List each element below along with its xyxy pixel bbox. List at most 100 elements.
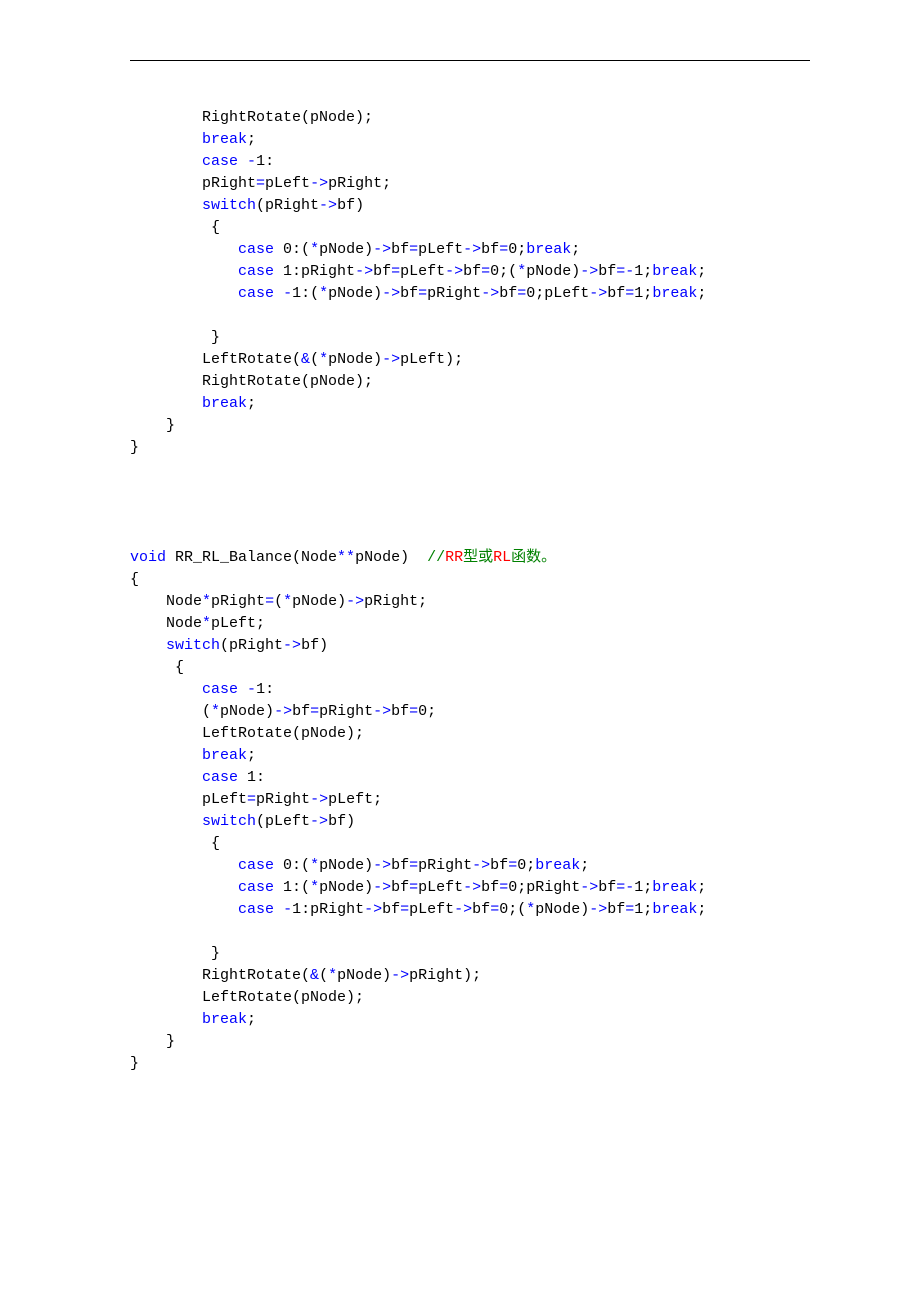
code-token: 0; xyxy=(508,241,526,258)
code-token: case xyxy=(202,681,238,698)
code-token: * xyxy=(310,857,319,874)
code-token: 0;( xyxy=(490,263,517,280)
code-token: -> xyxy=(373,857,391,874)
code-token: { xyxy=(211,835,220,852)
code-token: bf xyxy=(607,901,625,918)
code-token: { xyxy=(130,571,139,588)
code-token: -> xyxy=(445,263,463,280)
code-token: pNode) xyxy=(319,241,373,258)
code-token: LeftRotate( xyxy=(202,351,301,368)
code-token: = xyxy=(508,857,517,874)
code-line: case -1: xyxy=(130,151,810,173)
code-token: pNode) xyxy=(292,593,346,610)
code-token: ; xyxy=(580,857,589,874)
code-token: bf xyxy=(463,263,481,280)
code-token: = xyxy=(625,285,634,302)
code-token: bf xyxy=(607,285,625,302)
code-token: break xyxy=(202,131,247,148)
code-token: ( xyxy=(274,593,283,610)
code-token: bf xyxy=(382,901,400,918)
code-line: switch(pRight->bf) xyxy=(130,635,810,657)
code-line: case -1:(*pNode)->bf=pRight->bf=0;pLeft-… xyxy=(130,283,810,305)
code-token: =- xyxy=(616,263,634,280)
code-token: ; xyxy=(247,1011,256,1028)
code-line xyxy=(130,481,810,503)
code-token: break xyxy=(652,285,697,302)
code-line xyxy=(130,921,810,943)
code-token: -> xyxy=(589,285,607,302)
code-token: -> xyxy=(454,901,472,918)
code-token: ; xyxy=(697,901,706,918)
code-token: case xyxy=(238,857,274,874)
code-token: pRight); xyxy=(409,967,481,984)
code-token xyxy=(238,153,247,170)
code-token: -> xyxy=(310,791,328,808)
code-token: pRight xyxy=(319,703,373,720)
code-token: -> xyxy=(481,285,499,302)
code-token: pRight; xyxy=(328,175,391,192)
code-token: -> xyxy=(364,901,382,918)
code-token: bf xyxy=(598,879,616,896)
code-token: 1:pRight xyxy=(292,901,364,918)
code-token: pRight; xyxy=(364,593,427,610)
code-line xyxy=(130,503,810,525)
code-token: ; xyxy=(697,285,706,302)
code-token: 1:( xyxy=(292,285,319,302)
code-token: 1: xyxy=(256,153,274,170)
code-token: switch xyxy=(166,637,220,654)
code-token: * xyxy=(211,703,220,720)
code-token: * xyxy=(310,879,319,896)
code-token: bf) xyxy=(301,637,328,654)
code-token: break xyxy=(526,241,571,258)
code-line: pRight=pLeft->pRight; xyxy=(130,173,810,195)
code-line: case 0:(*pNode)->bf=pRight->bf=0;break; xyxy=(130,855,810,877)
code-token: -> xyxy=(463,879,481,896)
code-token: * xyxy=(283,593,292,610)
code-token: bf xyxy=(472,901,490,918)
code-token: = xyxy=(517,285,526,302)
code-token: 0;( xyxy=(499,901,526,918)
code-token xyxy=(274,285,283,302)
code-token: switch xyxy=(202,813,256,830)
code-token: ; xyxy=(247,395,256,412)
code-token: bf xyxy=(400,285,418,302)
code-token: pLeft; xyxy=(211,615,265,632)
code-token: = xyxy=(409,879,418,896)
code-token: case xyxy=(202,769,238,786)
code-line: } xyxy=(130,437,810,459)
code-token: (pRight xyxy=(220,637,283,654)
code-token: = xyxy=(391,263,400,280)
code-line: Node*pLeft; xyxy=(130,613,810,635)
code-token: = xyxy=(409,703,418,720)
code-token: 0;pRight xyxy=(508,879,580,896)
code-token: * xyxy=(328,967,337,984)
code-token: RL xyxy=(493,549,511,566)
code-token: pRight xyxy=(427,285,481,302)
code-token: pLeft); xyxy=(400,351,463,368)
code-token: break xyxy=(202,1011,247,1028)
code-token: -> xyxy=(283,637,301,654)
code-token: RightRotate(pNode); xyxy=(202,373,373,390)
code-token: case xyxy=(238,263,274,280)
code-token: -> xyxy=(472,857,490,874)
code-token: ( xyxy=(202,703,211,720)
code-token: } xyxy=(130,439,139,456)
code-token: bf xyxy=(391,857,409,874)
code-token: pNode) xyxy=(337,967,391,984)
code-token: & xyxy=(301,351,310,368)
code-token: pNode) xyxy=(328,285,382,302)
code-token: bf xyxy=(292,703,310,720)
code-line: LeftRotate(&(*pNode)->pLeft); xyxy=(130,349,810,371)
code-token: 0;pLeft xyxy=(526,285,589,302)
code-token: bf xyxy=(481,879,499,896)
code-token: } xyxy=(130,1055,139,1072)
code-token: * xyxy=(526,901,535,918)
code-token: -> xyxy=(463,241,481,258)
code-line: } xyxy=(130,327,810,349)
code-line: switch(pRight->bf) xyxy=(130,195,810,217)
code-line: } xyxy=(130,1031,810,1053)
code-token: = xyxy=(409,857,418,874)
code-line: } xyxy=(130,1053,810,1075)
code-line: } xyxy=(130,415,810,437)
code-token: = xyxy=(499,879,508,896)
